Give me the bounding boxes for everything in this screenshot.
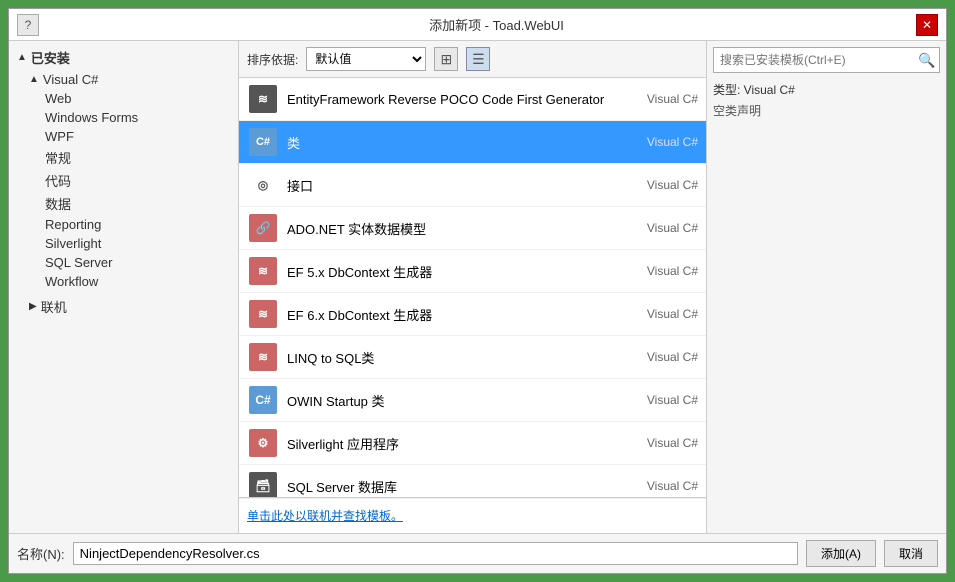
- grid-view-button[interactable]: ⊞: [434, 47, 458, 71]
- item-icon: C#: [247, 384, 279, 416]
- list-item[interactable]: C# 类Visual C#: [239, 121, 706, 164]
- item-name: OWIN Startup 类: [287, 391, 618, 410]
- item-name: EF 5.x DbContext 生成器: [287, 262, 618, 281]
- item-icon: ≋: [247, 255, 279, 287]
- search-bar: 🔍: [713, 47, 940, 73]
- info-desc: 空类声明: [713, 102, 940, 119]
- search-input[interactable]: [714, 50, 915, 70]
- tree-wpf[interactable]: WPF: [9, 127, 238, 146]
- item-lang: Visual C#: [618, 178, 698, 192]
- item-name: Silverlight 应用程序: [287, 434, 618, 453]
- items-list: ≋ EntityFramework Reverse POCO Code First…: [239, 78, 706, 498]
- sort-label: 排序依据:: [247, 51, 298, 68]
- item-icon: ≋: [247, 298, 279, 330]
- tree-workflow[interactable]: Workflow: [9, 272, 238, 291]
- item-icon: ⚙: [247, 427, 279, 459]
- item-lang: Visual C#: [618, 436, 698, 450]
- info-type: 类型: Visual C#: [713, 81, 940, 98]
- cancel-button[interactable]: 取消: [884, 540, 938, 567]
- installed-arrow: ▲: [17, 52, 27, 63]
- name-input[interactable]: [73, 542, 798, 565]
- tree-visual-csharp[interactable]: ▲ Visual C#: [9, 70, 238, 89]
- search-icon[interactable]: 🔍: [915, 48, 939, 72]
- item-name: SQL Server 数据库: [287, 477, 618, 496]
- item-lang: Visual C#: [618, 264, 698, 278]
- tree-shuju[interactable]: 数据: [9, 192, 238, 215]
- list-item[interactable]: ≋ LINQ to SQL类Visual C#: [239, 336, 706, 379]
- close-button[interactable]: ✕: [916, 14, 938, 36]
- tree-reporting[interactable]: Reporting: [9, 215, 238, 234]
- item-lang: Visual C#: [618, 479, 698, 493]
- item-icon: ◎: [247, 169, 279, 201]
- item-name: 接口: [287, 176, 618, 195]
- name-label: 名称(N):: [17, 544, 65, 563]
- right-info: 类型: Visual C# 空类声明: [713, 81, 940, 119]
- more-link[interactable]: 单击此处以联机并查找模板。: [247, 509, 403, 523]
- list-item[interactable]: C# OWIN Startup 类Visual C#: [239, 379, 706, 422]
- sort-select[interactable]: 默认值 名称 类型: [306, 47, 426, 71]
- item-lang: Visual C#: [618, 221, 698, 235]
- list-item[interactable]: ≋ EF 6.x DbContext 生成器Visual C#: [239, 293, 706, 336]
- content-area: ▲ 已安装 ▲ Visual C# Web Windows Forms WPF …: [9, 41, 946, 533]
- tree-changgui[interactable]: 常规: [9, 146, 238, 169]
- list-view-button[interactable]: ☰: [466, 47, 490, 71]
- list-item[interactable]: 🗃 SQL Server 数据库Visual C#: [239, 465, 706, 498]
- item-lang: Visual C#: [618, 307, 698, 321]
- installed-section[interactable]: ▲ 已安装: [9, 45, 238, 70]
- item-icon: ≋: [247, 83, 279, 115]
- tree-lian-ji[interactable]: ▶ 联机: [9, 295, 238, 318]
- lj-label: 联机: [41, 297, 67, 316]
- middle-panel: 排序依据: 默认值 名称 类型 ⊞ ☰ ≋ EntityFramework Rev…: [239, 41, 706, 533]
- list-item[interactable]: ⚙ Silverlight 应用程序Visual C#: [239, 422, 706, 465]
- tree-daima[interactable]: 代码: [9, 169, 238, 192]
- tree-web[interactable]: Web: [9, 89, 238, 108]
- vc-label: Visual C#: [43, 72, 98, 87]
- title-bar: ? 添加新项 - Toad.WebUI ✕: [9, 9, 946, 41]
- tree-silverlight[interactable]: Silverlight: [9, 234, 238, 253]
- right-panel: 🔍 类型: Visual C# 空类声明: [706, 41, 946, 533]
- item-lang: Visual C#: [618, 92, 698, 106]
- tree-windows-forms[interactable]: Windows Forms: [9, 108, 238, 127]
- tree-sql-server[interactable]: SQL Server: [9, 253, 238, 272]
- window-title: 添加新项 - Toad.WebUI: [77, 15, 916, 34]
- item-icon: C#: [247, 126, 279, 158]
- item-lang: Visual C#: [618, 135, 698, 149]
- left-panel: ▲ 已安装 ▲ Visual C# Web Windows Forms WPF …: [9, 41, 239, 533]
- help-button[interactable]: ?: [17, 14, 39, 36]
- item-icon: 🗃: [247, 470, 279, 498]
- item-name: ADO.NET 实体数据模型: [287, 219, 618, 238]
- installed-label: 已安装: [31, 48, 70, 67]
- vc-arrow: ▲: [29, 74, 39, 85]
- list-item[interactable]: ◎ 接口Visual C#: [239, 164, 706, 207]
- bottom-bar: 名称(N): 添加(A) 取消: [9, 533, 946, 573]
- item-name: EntityFramework Reverse POCO Code First …: [287, 92, 618, 107]
- list-item[interactable]: ≋ EntityFramework Reverse POCO Code First…: [239, 78, 706, 121]
- more-link-row: 单击此处以联机并查找模板。: [239, 498, 706, 533]
- add-button[interactable]: 添加(A): [806, 540, 876, 567]
- list-item[interactable]: ≋ EF 5.x DbContext 生成器Visual C#: [239, 250, 706, 293]
- item-lang: Visual C#: [618, 393, 698, 407]
- item-icon: 🔗: [247, 212, 279, 244]
- item-name: LINQ to SQL类: [287, 348, 618, 367]
- item-lang: Visual C#: [618, 350, 698, 364]
- item-name: EF 6.x DbContext 生成器: [287, 305, 618, 324]
- lj-arrow: ▶: [29, 301, 37, 312]
- list-item[interactable]: 🔗 ADO.NET 实体数据模型Visual C#: [239, 207, 706, 250]
- item-name: 类: [287, 133, 618, 152]
- window-controls: ✕: [916, 14, 938, 36]
- middle-toolbar: 排序依据: 默认值 名称 类型 ⊞ ☰: [239, 41, 706, 78]
- item-icon: ≋: [247, 341, 279, 373]
